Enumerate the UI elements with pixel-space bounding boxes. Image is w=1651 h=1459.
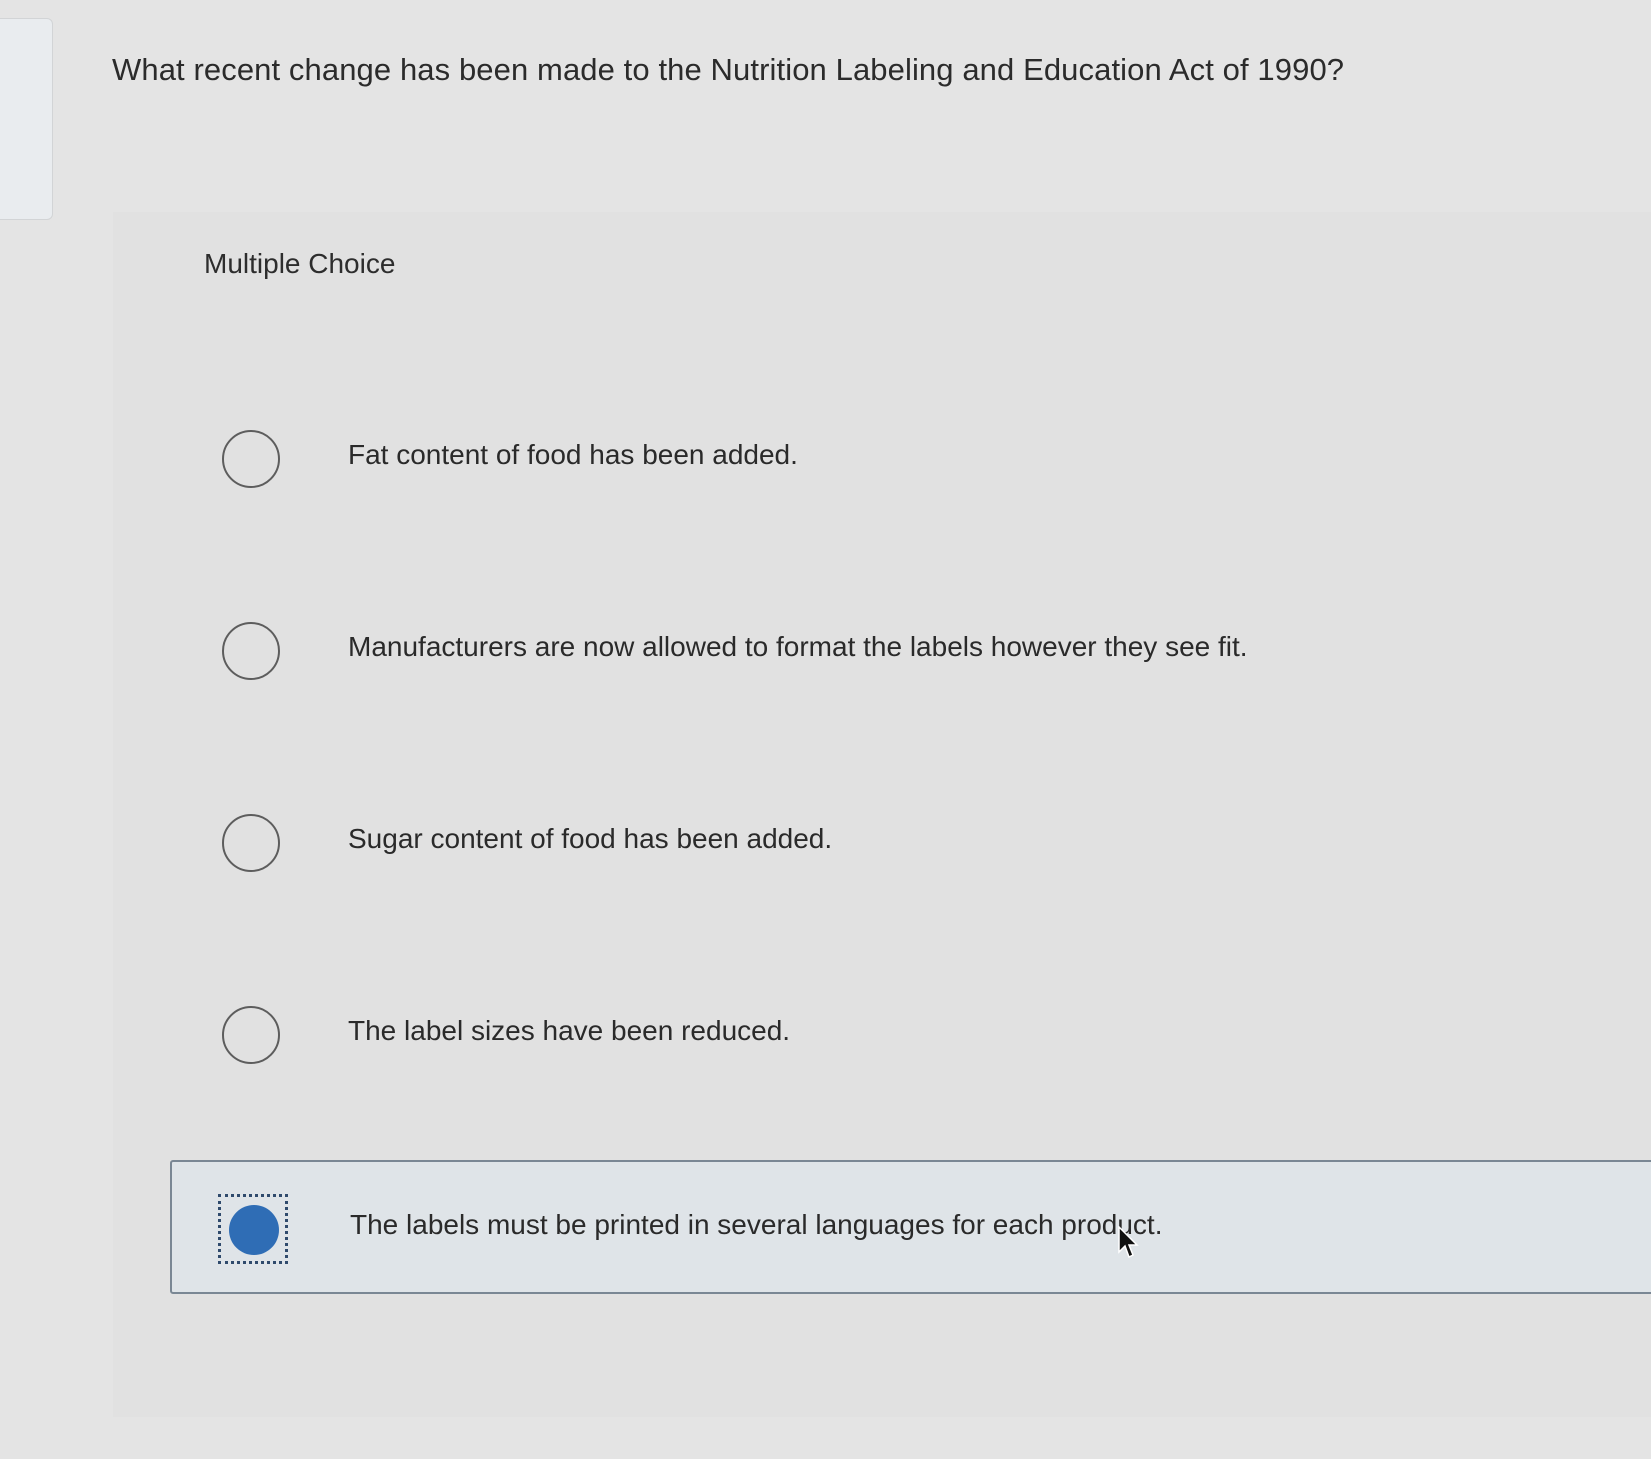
radio-button-selected[interactable] (229, 1205, 279, 1255)
answer-option-label: The labels must be printed in several la… (350, 1209, 1163, 1240)
answer-option-label: The label sizes have been reduced. (348, 1015, 791, 1046)
mouse-pointer-icon (1118, 1226, 1139, 1259)
answer-option-3[interactable]: Sugar content of food has been added. (170, 776, 1651, 910)
answer-option-1[interactable]: Fat content of food has been added. (170, 392, 1651, 526)
answer-option-label: Fat content of food has been added. (348, 439, 798, 470)
answer-option-label: Manufacturers are now allowed to format … (348, 631, 1248, 662)
radio-button[interactable] (222, 814, 280, 872)
answer-option-label: Sugar content of food has been added. (348, 823, 833, 854)
radio-button[interactable] (222, 622, 280, 680)
radio-button[interactable] (222, 430, 280, 488)
answer-option-5-selected[interactable]: The labels must be printed in several la… (170, 1160, 1651, 1294)
answer-option-2[interactable]: Manufacturers are now allowed to format … (170, 584, 1651, 718)
question-text: What recent change has been made to the … (112, 52, 1345, 87)
radio-button[interactable] (222, 1006, 280, 1064)
focus-ring (218, 1194, 288, 1264)
answer-option-4[interactable]: The label sizes have been reduced. (170, 968, 1651, 1102)
question-type-label: Multiple Choice (204, 248, 396, 279)
side-panel-tab[interactable] (0, 18, 53, 220)
